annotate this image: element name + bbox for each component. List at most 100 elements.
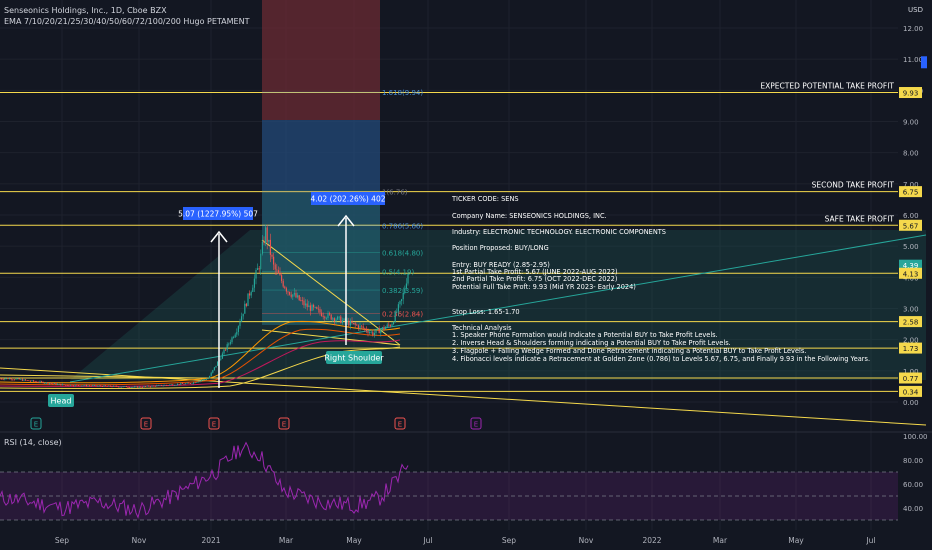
candle-body — [74, 384, 76, 386]
candle-body — [156, 385, 158, 387]
candle-body — [113, 385, 115, 387]
candle-body — [269, 239, 271, 255]
candle-body — [45, 382, 47, 384]
candle-body — [252, 287, 254, 292]
candle-body — [132, 386, 134, 388]
candle-body — [391, 324, 393, 327]
candle-body — [49, 383, 51, 385]
candle-body — [276, 269, 278, 271]
candle-body — [273, 256, 275, 265]
candle-body — [145, 386, 147, 387]
candle-body — [157, 385, 159, 386]
price-tick: 6.00 — [903, 212, 919, 220]
candle-body — [165, 384, 167, 386]
candle-body — [84, 384, 86, 386]
candle-body — [31, 380, 33, 382]
candle-body — [233, 337, 235, 339]
price-tick: 9.00 — [903, 119, 919, 127]
candle-body — [52, 383, 54, 385]
candle-body — [205, 379, 207, 380]
analysis-line: Stop Loss: 1.65-1.70 — [452, 308, 520, 316]
candle-body — [127, 387, 129, 388]
candle-body — [76, 384, 78, 386]
candle-body — [290, 294, 292, 297]
price-tick: 8.00 — [903, 150, 919, 158]
candle-body — [21, 379, 23, 381]
candle-body — [239, 321, 241, 327]
candle-body — [73, 385, 75, 387]
candle-body — [319, 309, 321, 313]
candle-body — [119, 386, 121, 388]
candle-body — [55, 383, 57, 385]
candle-body — [186, 382, 188, 384]
candle-body — [217, 361, 219, 366]
candle-body — [381, 327, 383, 330]
candle-body — [117, 386, 119, 388]
rsi-tick: 80.00 — [903, 457, 923, 465]
candle-body — [389, 325, 391, 327]
candle-body — [301, 300, 303, 302]
ema-legend: EMA 7/10/20/21/25/30/40/50/60/72/100/200… — [4, 17, 250, 26]
candle-body — [121, 386, 123, 388]
candle-body — [377, 328, 379, 330]
candle-body — [153, 385, 155, 387]
candle-body — [401, 299, 403, 301]
candle-body — [124, 386, 126, 387]
rsi-legend: RSI (14, close) — [4, 438, 62, 447]
candle-body — [116, 385, 118, 387]
fib-label: 1.618(9.94) — [382, 89, 423, 97]
candle-body — [367, 331, 369, 334]
candle-body — [338, 316, 340, 318]
candle-body — [65, 384, 67, 386]
candle-body — [340, 316, 342, 324]
symbol-title: Senseonics Holdings, Inc., 1D, Cboe BZX — [4, 6, 167, 15]
candle-body — [260, 253, 262, 270]
candle-body — [50, 383, 52, 385]
candle-body — [68, 385, 70, 387]
candle-body — [258, 268, 260, 270]
earnings-flag-label: E — [144, 421, 148, 429]
candle-body — [343, 318, 345, 321]
candle-body — [103, 385, 105, 387]
candle-body — [399, 300, 401, 305]
candle-body — [5, 378, 7, 380]
candle-body — [57, 383, 59, 385]
candle-body — [359, 325, 361, 329]
candle-body — [253, 278, 255, 288]
analysis-line: 4. Fibonacci levels indicate a Retraceme… — [452, 355, 870, 363]
price-chart[interactable]: EXPECTED POTENTIAL TAKE PROFIT SECOND TAK… — [0, 0, 932, 550]
measure-label-1: 5.07 (1227.95%) 507 — [178, 210, 258, 219]
candle-body — [173, 385, 175, 386]
candle-body — [215, 365, 217, 368]
candle-body — [41, 381, 43, 383]
fib-label: 0.236(2.84) — [382, 310, 423, 318]
candle-body — [317, 308, 319, 310]
candle-body — [265, 227, 267, 243]
candle-body — [289, 291, 291, 295]
candle-body — [249, 293, 251, 296]
candle-body — [327, 313, 329, 318]
candle-body — [63, 384, 65, 386]
candle-body — [125, 386, 127, 388]
candle-body — [335, 319, 337, 322]
candle-body — [332, 318, 334, 320]
candle-body — [362, 326, 364, 329]
candle-body — [148, 385, 150, 387]
candle-body — [108, 385, 110, 387]
candle-body — [322, 316, 324, 317]
time-tick: 2021 — [201, 536, 220, 545]
candle-body — [351, 320, 353, 323]
candle-body — [383, 327, 385, 330]
measure-label-2: 4.02 (202.26%) 402 — [310, 195, 385, 204]
candle-body — [42, 381, 44, 384]
candle-body — [298, 295, 300, 301]
candle-body — [175, 384, 177, 386]
candle-body — [1, 378, 3, 380]
candle-body — [311, 304, 313, 311]
candle-body — [2, 379, 4, 380]
candle-body — [209, 376, 211, 379]
candle-body — [101, 386, 103, 387]
candle-body — [143, 386, 145, 388]
analysis-line: Potential Full Take Proft: 9.93 (Mid YR … — [452, 283, 636, 291]
candle-body — [372, 331, 374, 336]
